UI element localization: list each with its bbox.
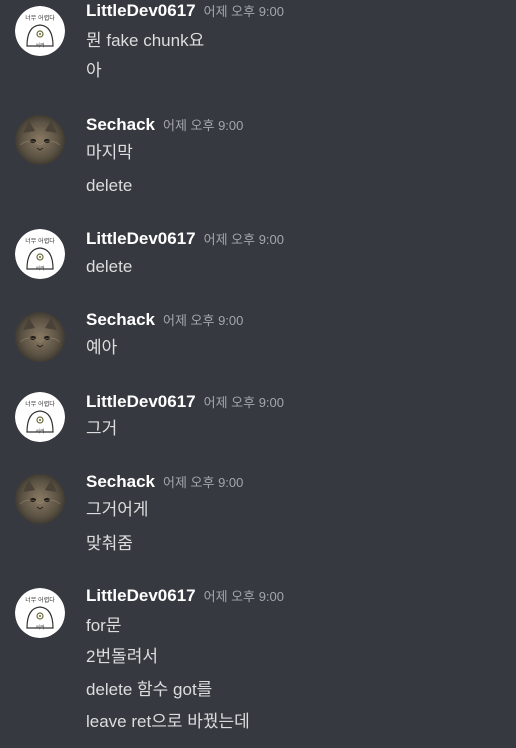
avatar-caption-bottom: 서러 [35, 428, 44, 435]
message-text: 2번돌려서 [86, 647, 159, 666]
message-text: leave ret으로 바꿨는데 [86, 712, 250, 731]
message-text: 그거 [86, 419, 118, 438]
message-text: delete 함수 got를 [86, 680, 213, 699]
message-header: LittleDev0617 어제 오후 9:00 [86, 1, 284, 25]
avatar-caption-bottom: 서러 [35, 42, 44, 49]
timestamp: 어제 오후 9:00 [203, 4, 284, 19]
message-group: 너무 어렵다 서러 LittleDev0617 어제 오후 9:00 for문 … [0, 585, 516, 745]
message-header: Sechack 어제 오후 9:00 [86, 310, 243, 334]
avatar-caption-bottom: 서러 [35, 624, 44, 631]
username[interactable]: Sechack [86, 115, 155, 135]
message-text: 뭔 fake chunk요 [86, 31, 205, 50]
message-group: Sechack 어제 오후 9:00 예아 [0, 309, 516, 369]
message-text: delete [86, 176, 133, 195]
ghost-doodle-avatar-icon[interactable]: 너무 어렵다 서러 [15, 588, 65, 638]
ghost-doodle-avatar-icon[interactable]: 너무 어렵다 서러 [15, 6, 65, 56]
message-text: delete [86, 257, 133, 276]
cat-photo-avatar-icon[interactable] [15, 474, 65, 524]
avatar-caption-top: 너무 어렵다 [25, 596, 55, 604]
avatar-caption-top: 너무 어렵다 [25, 14, 55, 22]
message-group: 너무 어렵다 서러 LittleDev0617 어제 오후 9:00 delet… [0, 226, 516, 286]
username[interactable]: LittleDev0617 [86, 392, 196, 412]
timestamp: 어제 오후 9:00 [203, 395, 284, 410]
message-text: 마지막 [86, 143, 133, 162]
timestamp: 어제 오후 9:00 [163, 313, 244, 328]
username[interactable]: LittleDev0617 [86, 229, 196, 249]
message-text: 맞춰줌 [86, 534, 133, 553]
message-text: 그거어게 [86, 500, 149, 519]
message-text: 아 [86, 61, 102, 80]
message-header: Sechack 어제 오후 9:00 [86, 472, 243, 496]
message-text: for문 [86, 616, 122, 635]
timestamp: 어제 오후 9:00 [163, 118, 244, 133]
username[interactable]: Sechack [86, 310, 155, 330]
message-header: LittleDev0617 어제 오후 9:00 [86, 229, 284, 253]
message-header: LittleDev0617 어제 오후 9:00 [86, 392, 284, 416]
timestamp: 어제 오후 9:00 [203, 589, 284, 604]
cat-photo-avatar-icon[interactable] [15, 312, 65, 362]
timestamp: 어제 오후 9:00 [163, 475, 244, 490]
message-group: 너무 어렵다 서러 LittleDev0617 어제 오후 9:00 뭔 fak… [0, 0, 516, 100]
cat-photo-avatar-icon[interactable] [15, 115, 65, 165]
message-header: Sechack 어제 오후 9:00 [86, 115, 243, 139]
username[interactable]: LittleDev0617 [86, 1, 196, 21]
message-header: LittleDev0617 어제 오후 9:00 [86, 586, 284, 610]
message-text: 예아 [86, 338, 118, 357]
message-group: Sechack 어제 오후 9:00 마지막 delete [0, 112, 516, 202]
chat-message-list: 너무 어렵다 서러 LittleDev0617 어제 오후 9:00 뭔 fak… [0, 0, 516, 748]
username[interactable]: Sechack [86, 472, 155, 492]
avatar-caption-top: 너무 어렵다 [25, 400, 55, 408]
message-group: 너무 어렵다 서러 LittleDev0617 어제 오후 9:00 그거 [0, 389, 516, 449]
username[interactable]: LittleDev0617 [86, 586, 196, 606]
message-group: Sechack 어제 오후 9:00 그거어게 맞춰줌 [0, 471, 516, 566]
ghost-doodle-avatar-icon[interactable]: 너무 어렵다 서러 [15, 392, 65, 442]
avatar-caption-top: 너무 어렵다 [25, 237, 55, 245]
timestamp: 어제 오후 9:00 [203, 232, 284, 247]
avatar-caption-bottom: 서러 [35, 265, 44, 272]
ghost-doodle-avatar-icon[interactable]: 너무 어렵다 서러 [15, 229, 65, 279]
